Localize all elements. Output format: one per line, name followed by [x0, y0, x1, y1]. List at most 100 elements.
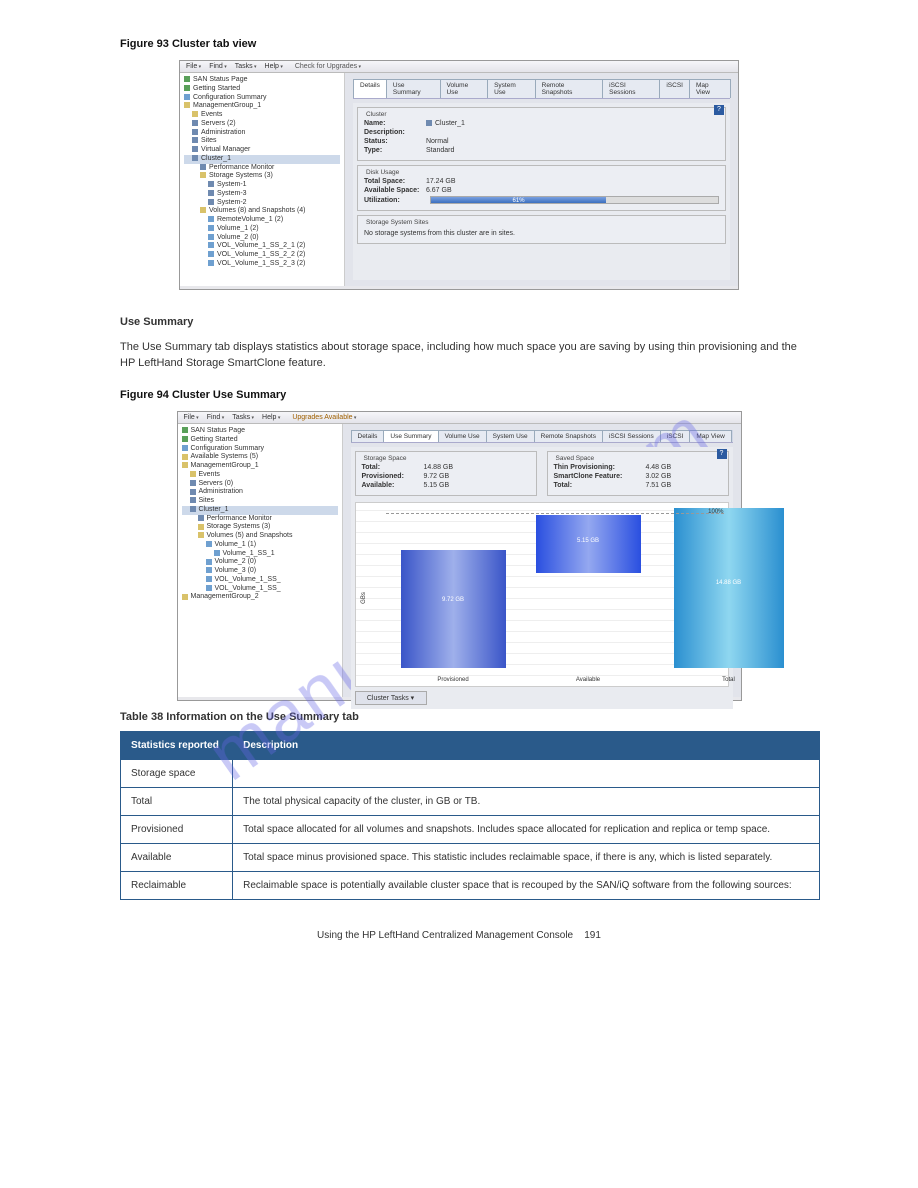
tree-node[interactable]: Events	[184, 111, 340, 120]
xlabel-total: Total	[674, 677, 784, 683]
diskusage-fieldset: Disk Usage Total Space: 17.24 GB Availab…	[357, 165, 726, 211]
tree-node[interactable]: Volume_2 (0)	[182, 558, 338, 567]
tree-node[interactable]: VOL_Volume_1_SS_2_2 (2)	[184, 251, 340, 260]
menu-find[interactable]: Find	[207, 414, 225, 421]
tree-node[interactable]: Volume_2 (0)	[184, 234, 340, 243]
tree-node[interactable]: Configuration Summary	[182, 445, 338, 454]
tree-node[interactable]: Sites	[184, 137, 340, 146]
check-upgrades[interactable]: Check for Upgrades	[295, 63, 361, 70]
tree-node[interactable]: Administration	[182, 488, 338, 497]
table-cell: Total space minus provisioned space. Thi…	[233, 844, 820, 872]
figure2: File Find Tasks Help Upgrades Available …	[177, 411, 742, 701]
menu-file[interactable]: File	[186, 63, 201, 70]
tree-node[interactable]: Storage Systems (3)	[184, 172, 340, 181]
tab-volume-use[interactable]: Volume Use	[440, 79, 489, 98]
bar-provisioned: 9.72 GB	[401, 550, 506, 668]
tab-map-view[interactable]: Map View	[689, 79, 731, 98]
help-icon[interactable]: ?	[714, 105, 724, 115]
tree-node[interactable]: ManagementGroup_1	[182, 462, 338, 471]
saved-legend: Saved Space	[554, 455, 722, 462]
tree-node[interactable]: Volumes (8) and Snapshots (4)	[184, 207, 340, 216]
tree-node[interactable]: VOL_Volume_1_SS_	[182, 585, 338, 594]
menu-tasks[interactable]: Tasks	[232, 414, 254, 421]
tab-system-use[interactable]: System Use	[487, 79, 536, 98]
menu-tasks[interactable]: Tasks	[235, 63, 257, 70]
bar-total-label: 14.88 GB	[674, 580, 784, 586]
type-key: Type:	[364, 147, 424, 154]
table-caption: Table 38 Information on the Use Summary …	[120, 711, 798, 723]
menu-file[interactable]: File	[184, 414, 199, 421]
use-summary-panel: ? Storage Space Total: 14.88 GB Provisio…	[351, 447, 733, 709]
upgrades-available[interactable]: Upgrades Available	[292, 414, 356, 421]
tab-iscsi[interactable]: iSCSI	[659, 79, 690, 98]
tree-node[interactable]: Performance Monitor	[182, 515, 338, 524]
tab-system-use[interactable]: System Use	[486, 430, 535, 442]
tab-use-summary[interactable]: Use Summary	[383, 430, 438, 442]
nav-tree[interactable]: SAN Status PageGetting StartedConfigurat…	[180, 73, 345, 286]
menu-help[interactable]: Help	[265, 63, 283, 70]
use-summary-body: The Use Summary tab displays statistics …	[120, 340, 798, 371]
st-total-k: Total:	[362, 464, 422, 471]
tab-remote-snapshots[interactable]: Remote Snapshots	[535, 79, 604, 98]
tab-map-view[interactable]: Map View	[689, 430, 731, 442]
tree-node[interactable]: Getting Started	[184, 85, 340, 94]
tab-details[interactable]: Details	[353, 79, 387, 98]
tab-iscsi-sessions[interactable]: iSCSI Sessions	[602, 79, 660, 98]
tree-node[interactable]: Volumes (5) and Snapshots	[182, 532, 338, 541]
tab-volume-use[interactable]: Volume Use	[438, 430, 487, 442]
use-summary-chart: GBs 9.72 GB 5.15 GB 14.88 GB 100% Provis…	[355, 502, 729, 687]
tree-node[interactable]: VOL_Volume_1_SS_2_1 (2)	[184, 242, 340, 251]
cluster-legend: Cluster	[364, 111, 719, 118]
nav-tree2[interactable]: SAN Status PageGetting StartedConfigurat…	[178, 424, 343, 697]
tree-node[interactable]: SAN Status Page	[184, 76, 340, 85]
tree-node[interactable]: ManagementGroup_2	[182, 593, 338, 602]
tree-node[interactable]: Events	[182, 471, 338, 480]
main-pane2: DetailsUse SummaryVolume UseSystem UseRe…	[343, 424, 741, 697]
figure2-caption: Figure 94 Cluster Use Summary	[120, 389, 858, 401]
tree-node[interactable]: Available Systems (5)	[182, 453, 338, 462]
tree-node[interactable]: Volume_3 (0)	[182, 567, 338, 576]
tree-node[interactable]: VOL_Volume_1_SS_	[182, 576, 338, 585]
tree-node[interactable]: System-3	[184, 190, 340, 199]
st-avail-k: Available:	[362, 482, 422, 489]
help-icon[interactable]: ?	[717, 449, 727, 459]
tree-node[interactable]: System-1	[184, 181, 340, 190]
tree-node[interactable]: Cluster_1	[184, 155, 340, 164]
tree-node[interactable]: Volume_1_SS_1	[182, 550, 338, 559]
tree-node[interactable]: Virtual Manager	[184, 146, 340, 155]
tree-node[interactable]: ManagementGroup_1	[184, 102, 340, 111]
bar-available: 5.15 GB	[536, 515, 641, 573]
tab-remote-snapshots[interactable]: Remote Snapshots	[534, 430, 603, 442]
tree-node[interactable]: Volume_1 (1)	[182, 541, 338, 550]
menu-help[interactable]: Help	[262, 414, 280, 421]
avail-value: 6.67 GB	[426, 187, 452, 194]
tree-node[interactable]: Performance Monitor	[184, 164, 340, 173]
total-key: Total Space:	[364, 178, 424, 185]
tree-node[interactable]: SAN Status Page	[182, 427, 338, 436]
tree-node[interactable]: VOL_Volume_1_SS_2_3 (2)	[184, 260, 340, 269]
table-cell: The total physical capacity of the clust…	[233, 788, 820, 816]
sv-total-v: 7.51 GB	[645, 482, 671, 489]
tree-node[interactable]: Volume_1 (2)	[184, 225, 340, 234]
tree-node[interactable]: System-2	[184, 199, 340, 208]
y-axis-label: GBs	[360, 592, 366, 604]
menu-find[interactable]: Find	[209, 63, 227, 70]
tree-node[interactable]: Administration	[184, 129, 340, 138]
tab-iscsi-sessions[interactable]: iSCSI Sessions	[602, 430, 661, 442]
tab-use-summary[interactable]: Use Summary	[386, 79, 441, 98]
tree-node[interactable]: Configuration Summary	[184, 94, 340, 103]
tree-node[interactable]: Servers (0)	[182, 480, 338, 489]
tree-node[interactable]: Storage Systems (3)	[182, 523, 338, 532]
cluster-tasks-button[interactable]: Cluster Tasks ▾	[355, 691, 427, 705]
tab-details[interactable]: Details	[351, 430, 385, 442]
sites-fieldset: Storage System Sites No storage systems …	[357, 215, 726, 244]
tab-iscsi[interactable]: iSCSI	[660, 430, 691, 442]
table-cell: Available	[121, 844, 233, 872]
th-stat: Statistics reported	[121, 732, 233, 760]
bar-total: 14.88 GB	[674, 508, 784, 668]
tree-node[interactable]: RemoteVolume_1 (2)	[184, 216, 340, 225]
tree-node[interactable]: Sites	[182, 497, 338, 506]
tree-node[interactable]: Servers (2)	[184, 120, 340, 129]
tree-node[interactable]: Getting Started	[182, 436, 338, 445]
tree-node[interactable]: Cluster_1	[182, 506, 338, 515]
